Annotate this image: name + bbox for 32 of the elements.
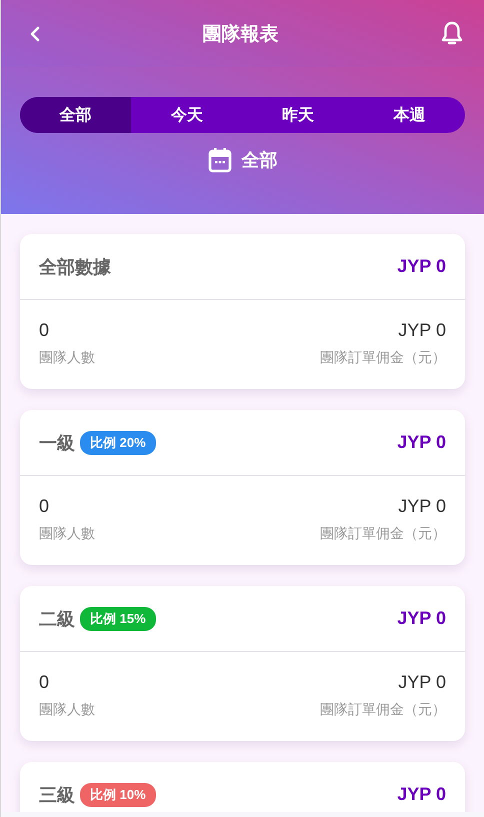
back-icon[interactable]: [29, 26, 41, 42]
member-count: 0: [39, 320, 50, 341]
commission-label: 團隊訂單佣金（元）: [320, 701, 446, 719]
commission-value: JYP 0: [398, 672, 446, 693]
total-amount: JYP 0: [397, 256, 446, 277]
member-count-label: 團隊人數: [39, 525, 95, 543]
member-count: 0: [39, 496, 50, 517]
tab[interactable]: 本週: [354, 97, 465, 133]
card-title: 三級: [39, 784, 75, 806]
notification-icon[interactable]: [440, 20, 464, 46]
total-amount: JYP 0: [397, 784, 446, 805]
member-count: 0: [39, 672, 50, 693]
card-title: 二級: [39, 608, 75, 630]
tab[interactable]: 昨天: [242, 97, 354, 133]
commission-label: 團隊訂單佣金（元）: [320, 525, 446, 543]
commission-label: 團隊訂單佣金（元）: [320, 349, 446, 367]
member-count-label: 團隊人數: [39, 701, 95, 719]
calendar-icon[interactable]: [208, 147, 232, 173]
date-range-label[interactable]: 全部: [242, 148, 278, 172]
ratio-badge: 比例 20%: [80, 430, 156, 454]
total-amount: JYP 0: [397, 432, 446, 453]
member-count-label: 團隊人數: [39, 349, 95, 367]
commission-value: JYP 0: [398, 496, 446, 517]
card-title: 全部數據: [39, 256, 111, 278]
card-title: 一級: [39, 432, 75, 454]
ratio-badge: 比例 15%: [80, 606, 156, 630]
page-title: 團隊報表: [202, 22, 278, 46]
tab[interactable]: 今天: [131, 97, 242, 133]
commission-value: JYP 0: [398, 320, 446, 341]
ratio-badge: 比例 10%: [80, 782, 156, 806]
tab[interactable]: 全部: [20, 97, 132, 133]
total-amount: JYP 0: [397, 608, 446, 629]
